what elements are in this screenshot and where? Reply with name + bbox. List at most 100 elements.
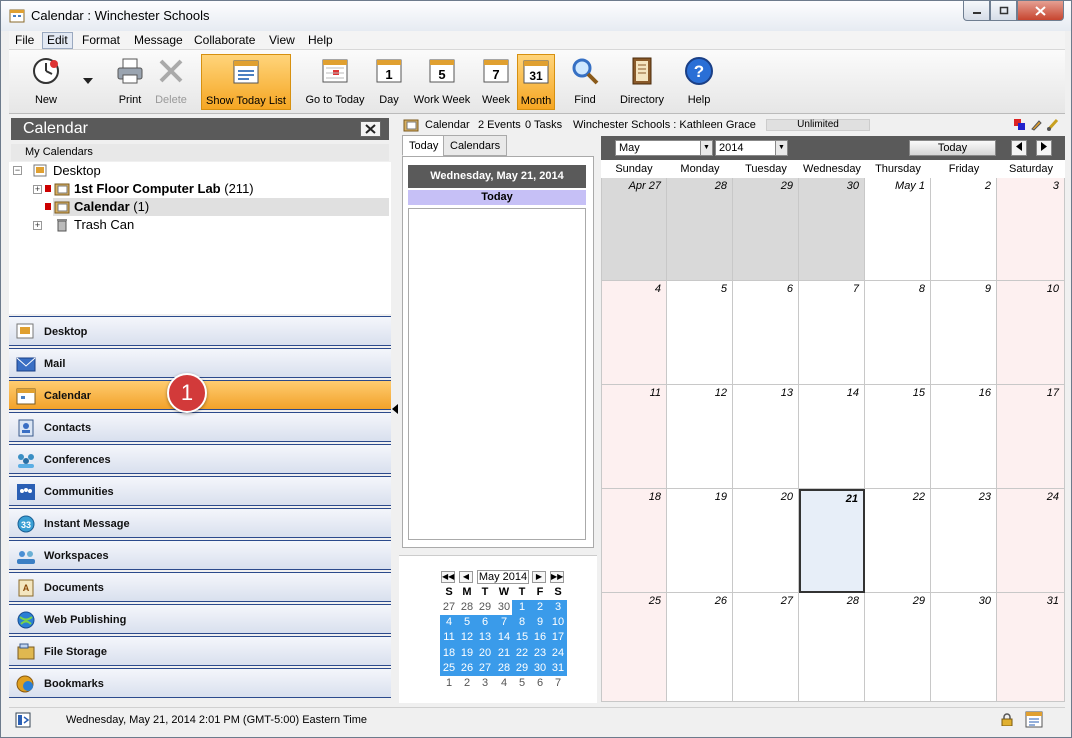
nav-contacts[interactable]: Contacts — [9, 412, 391, 442]
day-cell[interactable]: 10 — [997, 281, 1065, 385]
day-cell[interactable]: 11 — [601, 385, 667, 489]
menu-file[interactable]: File — [11, 32, 38, 49]
directory-button[interactable]: Directory — [617, 54, 667, 110]
mini-day[interactable]: 3 — [476, 676, 494, 691]
mini-day[interactable]: 2 — [531, 600, 549, 615]
day-cell[interactable]: 6 — [733, 281, 799, 385]
mini-day[interactable]: 6 — [476, 615, 494, 630]
help-button[interactable]: ? Help — [681, 54, 717, 110]
month-select[interactable]: May ▼ — [615, 140, 713, 156]
day-cell[interactable]: 28 — [667, 178, 733, 281]
day-cell[interactable]: 31 — [997, 593, 1065, 702]
nav-mail[interactable]: Mail — [9, 348, 391, 378]
collapse-panel-arrow-icon[interactable] — [392, 404, 398, 414]
find-button[interactable]: Find — [567, 54, 603, 110]
mini-next-month-button[interactable]: ▶ — [532, 571, 546, 583]
nav-instant-message[interactable]: 33 Instant Message — [9, 508, 391, 538]
year-select[interactable]: 2014 ▼ — [715, 140, 788, 156]
next-month-button[interactable] — [1036, 140, 1052, 156]
mini-day[interactable]: 29 — [513, 661, 531, 676]
mini-day[interactable]: 6 — [531, 676, 549, 691]
mini-day[interactable]: 26 — [458, 661, 476, 676]
week-view-button[interactable]: 7 Week — [478, 54, 514, 110]
day-cell[interactable]: May 1 — [865, 178, 931, 281]
day-cell[interactable]: 13 — [733, 385, 799, 489]
day-cell[interactable]: 9 — [931, 281, 997, 385]
menu-message[interactable]: Message — [130, 32, 187, 49]
tab-today[interactable]: Today — [402, 135, 446, 156]
mini-day[interactable]: 16 — [531, 630, 549, 645]
mini-day[interactable]: 27 — [476, 661, 494, 676]
mini-day[interactable]: 10 — [549, 615, 567, 630]
nav-documents[interactable]: A Documents — [9, 572, 391, 602]
nav-conferences[interactable]: Conferences — [9, 444, 391, 474]
month-view-button[interactable]: 31 Month — [517, 54, 555, 110]
brush-icon[interactable] — [1046, 118, 1060, 131]
mini-day[interactable]: 30 — [531, 661, 549, 676]
day-cell[interactable]: 7 — [799, 281, 865, 385]
delete-button[interactable]: Delete — [153, 54, 189, 110]
menu-view[interactable]: View — [265, 32, 299, 49]
menu-format[interactable]: Format — [78, 32, 124, 49]
expand-icon[interactable]: + — [33, 221, 42, 230]
mini-day[interactable]: 3 — [549, 600, 567, 615]
day-cell[interactable]: 5 — [667, 281, 733, 385]
mini-day[interactable]: 14 — [495, 630, 513, 645]
day-cell[interactable]: 28 — [799, 593, 865, 702]
mini-day[interactable]: 8 — [513, 615, 531, 630]
tree-node-computer-lab[interactable]: 1st Floor Computer Lab (211) — [74, 180, 254, 198]
mini-day[interactable]: 13 — [476, 630, 494, 645]
mini-day[interactable]: 27 — [440, 600, 458, 615]
pencil-icon[interactable] — [1030, 119, 1042, 131]
prev-month-button[interactable] — [1011, 140, 1027, 156]
day-cell-today[interactable]: 21 — [799, 489, 865, 593]
day-cell[interactable]: 19 — [667, 489, 733, 593]
mini-day[interactable]: 21 — [495, 646, 513, 661]
show-today-list-button[interactable]: Show Today List — [201, 54, 291, 110]
mini-day[interactable]: 5 — [513, 676, 531, 691]
mini-day[interactable]: 2 — [458, 676, 476, 691]
print-button[interactable]: Print — [109, 54, 151, 110]
menu-collaborate[interactable]: Collaborate — [190, 32, 259, 49]
mini-day[interactable]: 29 — [476, 600, 494, 615]
panel-toggle-icon[interactable] — [15, 712, 31, 728]
month-today-button[interactable]: Today — [909, 140, 996, 156]
day-cell[interactable]: 22 — [865, 489, 931, 593]
tree-node-trash[interactable]: Trash Can — [74, 216, 134, 234]
day-cell[interactable]: 24 — [997, 489, 1065, 593]
tab-calendars[interactable]: Calendars — [443, 135, 508, 156]
nav-desktop[interactable]: Desktop — [9, 316, 391, 346]
day-cell[interactable]: 30 — [931, 593, 997, 702]
close-button[interactable] — [1017, 1, 1064, 21]
day-cell[interactable]: 12 — [667, 385, 733, 489]
menu-edit[interactable]: Edit — [42, 32, 73, 49]
today-event-list[interactable] — [408, 208, 586, 540]
nav-bookmarks[interactable]: Bookmarks — [9, 668, 391, 698]
day-view-button[interactable]: 1 Day — [373, 54, 405, 110]
mini-day[interactable]: 4 — [495, 676, 513, 691]
mini-day[interactable]: 18 — [440, 646, 458, 661]
mini-day[interactable]: 1 — [513, 600, 531, 615]
mini-day[interactable]: 9 — [531, 615, 549, 630]
mini-day[interactable]: 24 — [549, 646, 567, 661]
day-cell[interactable]: 29 — [733, 178, 799, 281]
nav-file-storage[interactable]: File Storage — [9, 636, 391, 666]
day-cell[interactable]: 18 — [601, 489, 667, 593]
day-cell[interactable]: 15 — [865, 385, 931, 489]
day-cell[interactable]: 4 — [601, 281, 667, 385]
mini-day[interactable]: 4 — [440, 615, 458, 630]
mini-day[interactable]: 7 — [549, 676, 567, 691]
mini-prev-year-button[interactable]: ◀◀ — [441, 571, 455, 583]
mini-day[interactable]: 1 — [440, 676, 458, 691]
mini-prev-month-button[interactable]: ◀ — [459, 571, 473, 583]
collapse-icon[interactable]: − — [13, 166, 22, 175]
mini-day[interactable]: 7 — [495, 615, 513, 630]
maximize-button[interactable] — [990, 1, 1017, 21]
menu-help[interactable]: Help — [304, 32, 337, 49]
day-cell[interactable]: 14 — [799, 385, 865, 489]
mini-day[interactable]: 23 — [531, 646, 549, 661]
mini-day[interactable]: 28 — [458, 600, 476, 615]
nav-communities[interactable]: Communities — [9, 476, 391, 506]
categories-icon[interactable] — [1014, 119, 1026, 131]
day-cell[interactable]: 2 — [931, 178, 997, 281]
